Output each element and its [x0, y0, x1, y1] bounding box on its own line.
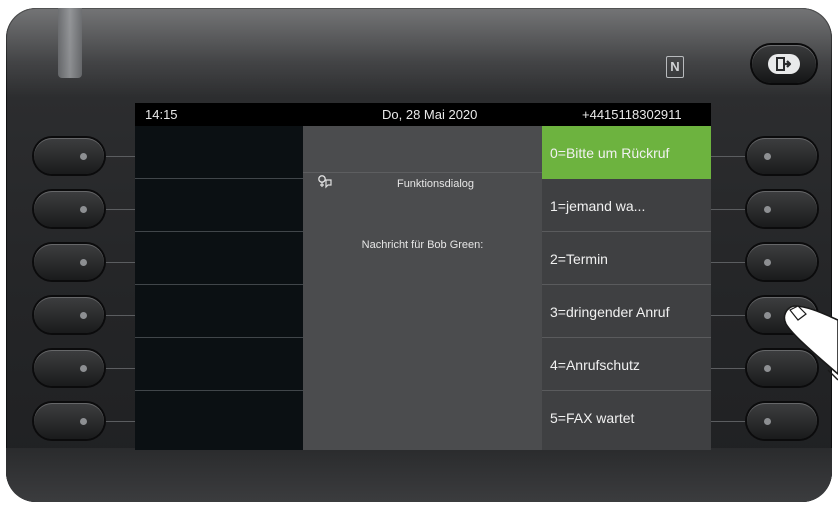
right-softkey-6[interactable]: [747, 403, 817, 439]
key-dot: [764, 365, 771, 372]
left-softkey-2[interactable]: [34, 191, 104, 227]
key-dot: [764, 312, 771, 319]
left-label-slot[interactable]: [135, 179, 303, 232]
key-dot: [80, 259, 87, 266]
left-label-slot[interactable]: [135, 391, 303, 443]
right-softkey-2[interactable]: [747, 191, 817, 227]
dialog-message: Nachricht für Bob Green:: [361, 239, 484, 251]
right-softkey-1[interactable]: [747, 138, 817, 174]
key-connector-line: [104, 421, 135, 422]
key-connector-line: [711, 368, 747, 369]
left-softkey-5[interactable]: [34, 350, 104, 386]
key-connector-line: [104, 315, 135, 316]
logout-icon: [768, 54, 800, 74]
left-label-slot[interactable]: [135, 338, 303, 391]
option-label: 1=jemand wa...: [550, 198, 646, 214]
dialog-title: Funktionsdialog: [396, 178, 475, 190]
key-dot: [764, 259, 771, 266]
handset-cradle: [58, 8, 82, 78]
option-5[interactable]: 5=FAX wartet: [542, 391, 711, 443]
key-connector-line: [711, 209, 747, 210]
key-dot: [80, 153, 87, 160]
phone-top-highlight: [6, 8, 832, 98]
left-softkey-3[interactable]: [34, 244, 104, 280]
status-date: Do, 28 Mai 2020: [382, 107, 478, 122]
option-label: 3=dringender Anruf: [550, 304, 670, 320]
option-3[interactable]: 3=dringender Anruf: [542, 285, 711, 338]
key-connector-line: [711, 156, 747, 157]
left-softkey-1[interactable]: [34, 138, 104, 174]
left-key-labels: [135, 126, 303, 450]
phone-bottom-edge: [6, 448, 832, 502]
left-label-slot[interactable]: [135, 126, 303, 179]
option-label: 4=Anrufschutz: [550, 357, 640, 373]
logout-button[interactable]: [752, 45, 816, 83]
key-connector-line: [711, 421, 747, 422]
left-softkey-4[interactable]: [34, 297, 104, 333]
status-bar: 14:15 Do, 28 Mai 2020 +4415118302911: [135, 103, 711, 126]
key-dot: [80, 312, 87, 319]
left-softkey-6[interactable]: [34, 403, 104, 439]
key-connector-line: [104, 262, 135, 263]
status-time: 14:15: [145, 107, 178, 122]
left-label-slot[interactable]: [135, 232, 303, 285]
key-dot: [764, 418, 771, 425]
key-dot: [80, 365, 87, 372]
phone-display: 14:15 Do, 28 Mai 2020 +4415118302911 Fun…: [135, 103, 711, 450]
dialog-header-area: [303, 126, 542, 173]
option-list: 0=Bitte um Rückruf 1=jemand wa... 2=Term…: [542, 126, 711, 450]
option-label: 0=Bitte um Rückruf: [550, 145, 670, 161]
key-dot: [764, 153, 771, 160]
option-4[interactable]: 4=Anrufschutz: [542, 338, 711, 391]
dialog-panel: Funktionsdialog Nachricht für Bob Green:: [303, 126, 542, 450]
nfc-icon: N: [666, 56, 684, 78]
key-connector-line: [711, 262, 747, 263]
option-1[interactable]: 1=jemand wa...: [542, 179, 711, 232]
left-label-slot[interactable]: [135, 285, 303, 338]
key-connector-line: [711, 315, 747, 316]
option-2[interactable]: 2=Termin: [542, 232, 711, 285]
key-connector-line: [104, 368, 135, 369]
key-dot: [80, 206, 87, 213]
key-dot: [764, 206, 771, 213]
status-phone-number: +4415118302911: [582, 107, 682, 122]
option-0[interactable]: 0=Bitte um Rückruf: [542, 126, 711, 179]
option-label: 2=Termin: [550, 251, 608, 267]
option-label: 5=FAX wartet: [550, 410, 635, 426]
right-softkey-3[interactable]: [747, 244, 817, 280]
pointing-finger-icon: [783, 305, 838, 381]
key-connector-line: [104, 209, 135, 210]
key-dot: [80, 418, 87, 425]
key-connector-line: [104, 156, 135, 157]
